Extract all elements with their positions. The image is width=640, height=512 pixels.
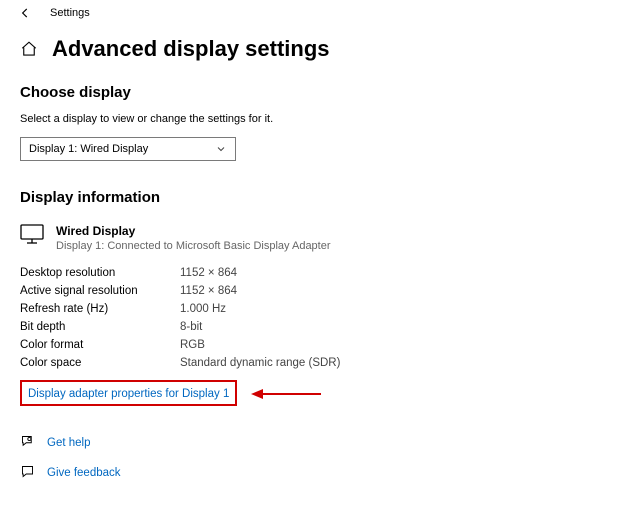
spec-row: Color space Standard dynamic range (SDR) [20,354,620,372]
get-help-link[interactable]: Get help [47,437,90,449]
display-info-heading: Display information [20,189,620,206]
spec-label: Refresh rate (Hz) [20,303,180,315]
spec-row: Refresh rate (Hz) 1.000 Hz [20,300,620,318]
spec-row: Bit depth 8-bit [20,318,620,336]
spec-value: 1152 × 864 [180,285,237,297]
spec-row: Active signal resolution 1152 × 864 [20,282,620,300]
spec-label: Color format [20,339,180,351]
spec-table: Desktop resolution 1152 × 864 Active sig… [20,264,620,372]
choose-display-heading: Choose display [20,84,620,101]
spec-row: Color format RGB [20,336,620,354]
spec-label: Active signal resolution [20,285,180,297]
monitor-icon [20,224,44,244]
chevron-down-icon [215,143,227,155]
adapter-properties-link[interactable]: Display adapter properties for Display 1 [28,388,229,400]
spec-label: Desktop resolution [20,267,180,279]
spec-label: Bit depth [20,321,180,333]
spec-label: Color space [20,357,180,369]
spec-value: 8-bit [180,321,202,333]
spec-value: 1.000 Hz [180,303,226,315]
spec-row: Desktop resolution 1152 × 864 [20,264,620,282]
help-icon [20,434,35,452]
home-icon[interactable] [20,40,38,58]
device-name: Wired Display [56,224,331,238]
window-title: Settings [50,7,90,19]
page-title: Advanced display settings [52,36,330,62]
spec-value: Standard dynamic range (SDR) [180,357,340,369]
feedback-icon [20,464,35,482]
spec-value: 1152 × 864 [180,267,237,279]
annotation-highlight-box: Display adapter properties for Display 1 [20,380,237,406]
display-select-value: Display 1: Wired Display [29,143,148,155]
device-sub: Display 1: Connected to Microsoft Basic … [56,240,331,252]
choose-display-sub: Select a display to view or change the s… [20,113,620,125]
annotation-arrow-icon [251,387,321,401]
display-select[interactable]: Display 1: Wired Display [20,137,236,161]
spec-value: RGB [180,339,205,351]
give-feedback-link[interactable]: Give feedback [47,467,121,479]
back-icon[interactable] [18,6,32,20]
